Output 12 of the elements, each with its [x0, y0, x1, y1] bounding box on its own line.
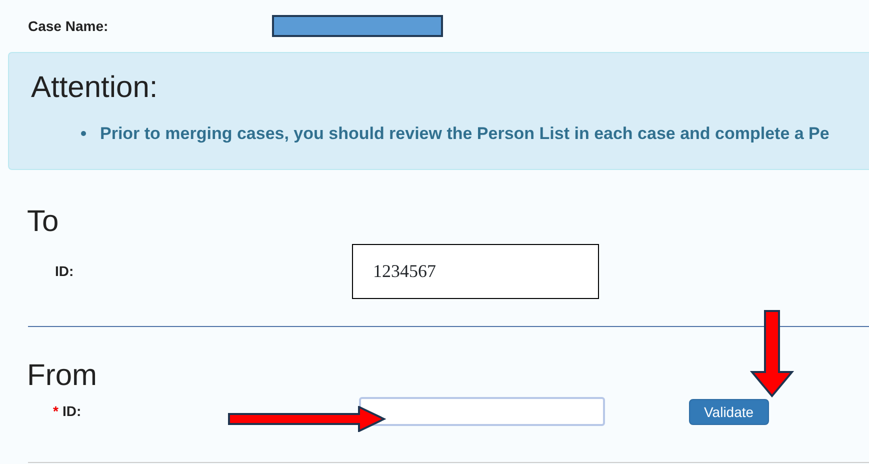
alert-title: Attention:	[31, 73, 159, 103]
required-mark: *	[53, 403, 58, 419]
field-label: ID:	[54, 262, 75, 281]
section-title: From	[27, 361, 98, 391]
field-label: ID:	[62, 403, 82, 419]
alert-message: Prior to merging cases, you should review the Person List in each case and complete a Pe	[100, 123, 830, 145]
id-field[interactable]: 1234567	[352, 244, 599, 299]
bullet-icon	[81, 131, 86, 136]
section-title: To	[27, 207, 60, 237]
id-field[interactable]	[359, 397, 605, 426]
case-name-label: Case Name:	[28, 16, 110, 36]
validate-button[interactable]: Validate	[689, 398, 769, 424]
